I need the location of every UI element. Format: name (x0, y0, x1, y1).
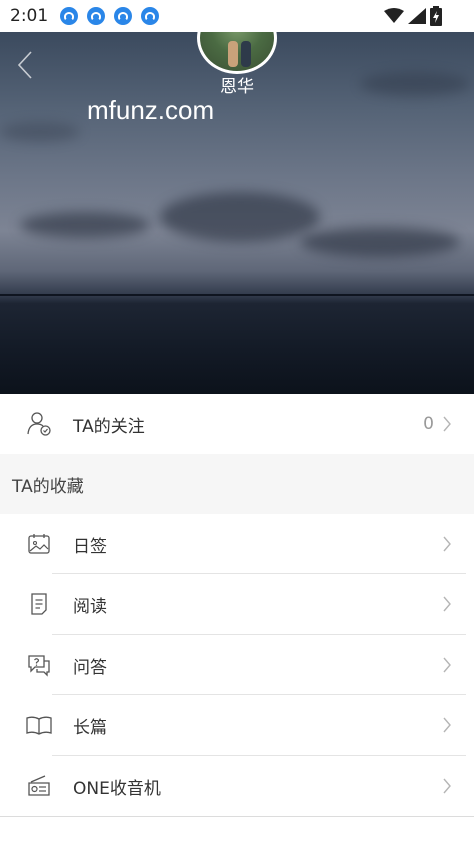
collection-item-qa[interactable]: 问答 (0, 635, 474, 695)
calendar-image-icon (28, 534, 50, 554)
collection-item-label: ONE收音机 (73, 778, 161, 799)
signal-icon (408, 8, 426, 24)
collection-item-label: 问答 (73, 657, 107, 678)
back-button[interactable] (14, 50, 40, 80)
collection-item-label: 长篇 (73, 717, 107, 738)
bottom-spacer (0, 817, 474, 843)
collection-item-longform[interactable]: 长篇 (0, 695, 474, 755)
notification-app-icon (87, 7, 106, 25)
chevron-left-icon (17, 51, 32, 79)
wifi-icon (384, 8, 404, 23)
avatar[interactable] (197, 32, 277, 74)
chevron-right-icon (443, 536, 451, 552)
battery-icon (430, 6, 442, 26)
following-count: 0 (423, 414, 434, 434)
collections-header-label: TA的收藏 (12, 476, 84, 497)
question-bubble-icon (28, 655, 50, 677)
sea-horizon (0, 294, 474, 296)
collection-item-label: 日签 (73, 536, 107, 557)
radio-icon (28, 775, 50, 796)
notification-app-icon (114, 7, 133, 25)
open-book-icon (26, 716, 52, 735)
user-check-icon (27, 412, 51, 436)
collection-item-daily-sign[interactable]: 日签 (0, 514, 474, 574)
chevron-right-icon (443, 596, 451, 612)
system-status-icons (384, 6, 442, 26)
chevron-right-icon (443, 416, 451, 432)
following-row[interactable]: TA的关注 0 (0, 394, 474, 454)
collections-section-header: TA的收藏 (0, 454, 474, 514)
profile-cover-image: 恩华 mfunz.com (0, 32, 474, 394)
watermark-text: mfunz.com (87, 95, 215, 125)
notification-icons (60, 7, 160, 25)
notification-app-icon (60, 7, 79, 25)
chevron-right-icon (443, 657, 451, 673)
collection-item-reading[interactable]: 阅读 (0, 574, 474, 634)
status-time: 2:01 (10, 6, 49, 26)
status-bar: 2:01 (0, 0, 474, 32)
notification-app-icon (141, 7, 160, 25)
collection-item-radio[interactable]: ONE收音机 (0, 756, 474, 816)
collection-item-label: 阅读 (73, 596, 107, 617)
document-icon (31, 593, 47, 615)
chevron-right-icon (443, 778, 451, 794)
chevron-right-icon (443, 717, 451, 733)
following-label: TA的关注 (73, 416, 145, 437)
profile-username: 恩华 (220, 77, 254, 97)
